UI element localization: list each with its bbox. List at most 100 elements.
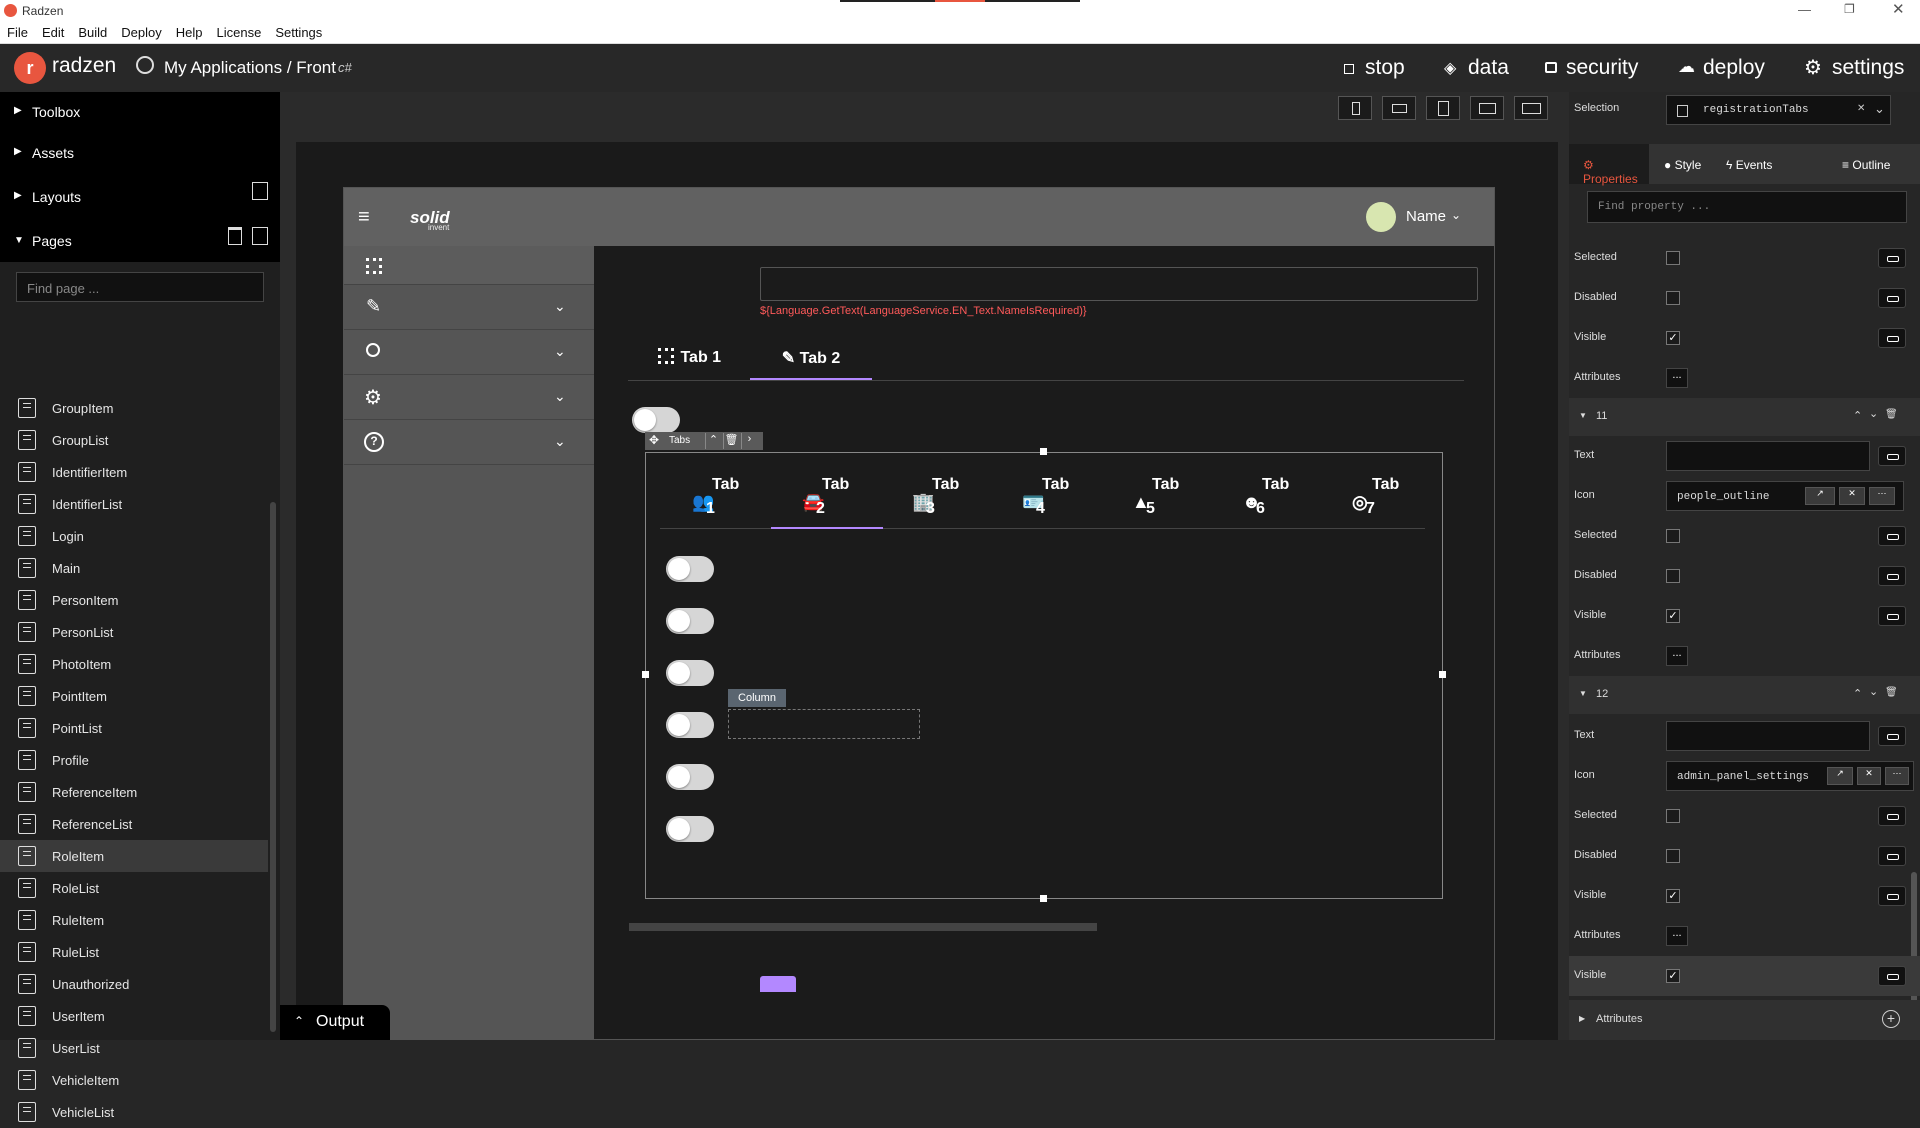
inner-tab-2[interactable]: 🚘 Tab 2 [780,476,860,526]
user-name[interactable]: Name [1406,208,1446,225]
page-list-item[interactable]: GroupList [18,424,268,456]
resize-handle-right[interactable] [1439,671,1446,678]
move-down-icon[interactable]: ⌄ [1869,685,1878,698]
bind-button[interactable] [1878,806,1906,826]
menu-deploy[interactable]: Deploy [114,22,168,40]
toggle-switch[interactable] [666,608,714,634]
tab-2[interactable]: ✎ Tab 2 [750,348,872,380]
toggle-switch[interactable] [666,556,714,582]
selection-dropdown[interactable]: registrationTabs ✕ ⌄ [1666,95,1891,125]
menu-build[interactable]: Build [71,22,114,40]
stop-button[interactable]: stop [1365,56,1405,80]
toggle-switch[interactable] [666,712,714,738]
inner-tab-6[interactable]: ☻ Tab 6 [1220,476,1300,526]
tab-properties[interactable]: ⚙ Properties [1569,144,1649,186]
page-list-item[interactable]: RuleList [18,936,268,968]
resize-handle-left[interactable] [642,671,649,678]
page-list-item[interactable]: IdentifierList [18,488,268,520]
attributes-section[interactable]: ▶ Attributes + [1569,1000,1920,1040]
add-page-icon[interactable] [252,227,268,245]
visible-checkbox[interactable]: ✓ [1666,609,1680,623]
find-property-input[interactable]: Find property ... [1587,191,1907,223]
avatar[interactable] [1366,202,1396,232]
text-input[interactable] [1666,441,1870,471]
menu-edit[interactable]: Edit [35,22,71,40]
security-button[interactable]: security [1566,56,1638,80]
inner-tab-5[interactable]: ▲ Tab 5 [1110,476,1190,526]
move-icon[interactable]: ✥ [649,433,659,447]
visible-checkbox[interactable]: ✓ [1666,889,1680,903]
attributes-button[interactable]: ... [1666,926,1688,946]
add-button[interactable] [760,976,796,992]
left-scrollbar[interactable] [270,502,276,1032]
attributes-button[interactable]: ... [1666,646,1688,666]
clear-icon[interactable]: ✕ [1839,487,1865,505]
toggle-switch[interactable] [666,764,714,790]
add-layout-icon[interactable] [252,182,268,200]
visible-checkbox[interactable]: ✓ [1666,331,1680,345]
move-up-icon[interactable]: ⌃ [1853,687,1862,700]
page-list-item[interactable]: RoleList [18,872,268,904]
horizontal-scrollbar[interactable] [629,923,1097,931]
maximize-icon[interactable]: ❐ [1844,2,1855,16]
selected-checkbox[interactable] [1666,529,1680,543]
add-icon[interactable]: + [1882,1010,1900,1028]
tab-outline[interactable]: ≡ Outline [1842,158,1890,172]
page-list-item[interactable]: Unauthorized [18,968,268,1000]
bind-button[interactable] [1878,966,1906,986]
icon-input[interactable]: admin_panel_settings ↗ ✕ ⋯ [1666,761,1914,791]
bind-button[interactable] [1878,328,1906,348]
selected-checkbox[interactable] [1666,809,1680,823]
minimize-icon[interactable]: — [1798,2,1811,17]
menu-license[interactable]: License [210,22,269,40]
cloud-upload-icon[interactable]: ☁ [1678,57,1695,77]
sidebar-item-help[interactable]: ? ⌄ [344,421,594,465]
page-list-item[interactable]: ReferenceList [18,808,268,840]
column-placeholder[interactable] [728,709,920,739]
page-list-item[interactable]: PersonItem [18,584,268,616]
menu-file[interactable]: File [0,22,35,40]
resize-handle-top[interactable] [1040,448,1047,455]
inner-tab-3[interactable]: 🏢 Tab 3 [890,476,970,526]
data-icon[interactable]: ◈ [1444,58,1456,78]
bind-button[interactable] [1878,606,1906,626]
next-icon[interactable]: › [741,433,757,449]
bind-button[interactable] [1878,248,1906,268]
data-button[interactable]: data [1468,56,1509,80]
output-panel-tab[interactable]: ⌃ Output [280,1005,390,1040]
bind-button[interactable] [1878,886,1906,906]
page-list-item[interactable]: PersonList [18,616,268,648]
bind-button[interactable] [1878,446,1906,466]
disabled-checkbox[interactable] [1666,291,1680,305]
page-list-item[interactable]: PhotoItem [18,648,268,680]
bind-button[interactable] [1878,526,1906,546]
menu-help[interactable]: Help [169,22,210,40]
bind-button[interactable] [1878,288,1906,308]
move-up-icon[interactable]: ⌃ [1853,409,1862,422]
sidebar-item-edit[interactable]: ✎ ⌄ [344,286,594,330]
open-icon[interactable]: ↗ [1805,487,1835,505]
inner-tab-4[interactable]: 🪪 Tab 4 [1000,476,1080,526]
open-icon[interactable]: ↗ [1827,767,1853,785]
chevron-down-icon[interactable]: ⌄ [1451,208,1461,222]
lock-icon[interactable] [1545,62,1557,73]
clear-icon[interactable]: ✕ [1857,767,1881,785]
stop-icon[interactable] [1344,64,1354,74]
settings-button[interactable]: settings [1832,56,1904,80]
trash-icon[interactable]: 🗑 [723,433,739,449]
page-list-item[interactable]: RoleItem [0,840,268,872]
inner-tab-7[interactable]: ◎ Tab 7 [1330,476,1410,526]
attributes-button[interactable]: ... [1666,368,1688,388]
text-input[interactable] [1666,721,1870,751]
device-phone-button[interactable] [1338,96,1372,120]
toggle-switch[interactable] [666,816,714,842]
page-list-item[interactable]: UserItem [18,1000,268,1032]
device-tablet-landscape-button[interactable] [1470,96,1504,120]
section-item-12[interactable]: ▼ 12 ⌃ ⌄ 🗑 [1569,676,1920,714]
device-phone-landscape-button[interactable] [1382,96,1416,120]
tab-style[interactable]: ● Style [1664,158,1701,172]
device-desktop-button[interactable] [1514,96,1548,120]
page-list-item[interactable]: PointList [18,712,268,744]
gear-icon[interactable]: ⚙ [1804,55,1822,80]
tab-events[interactable]: ϟ Events [1726,158,1772,172]
